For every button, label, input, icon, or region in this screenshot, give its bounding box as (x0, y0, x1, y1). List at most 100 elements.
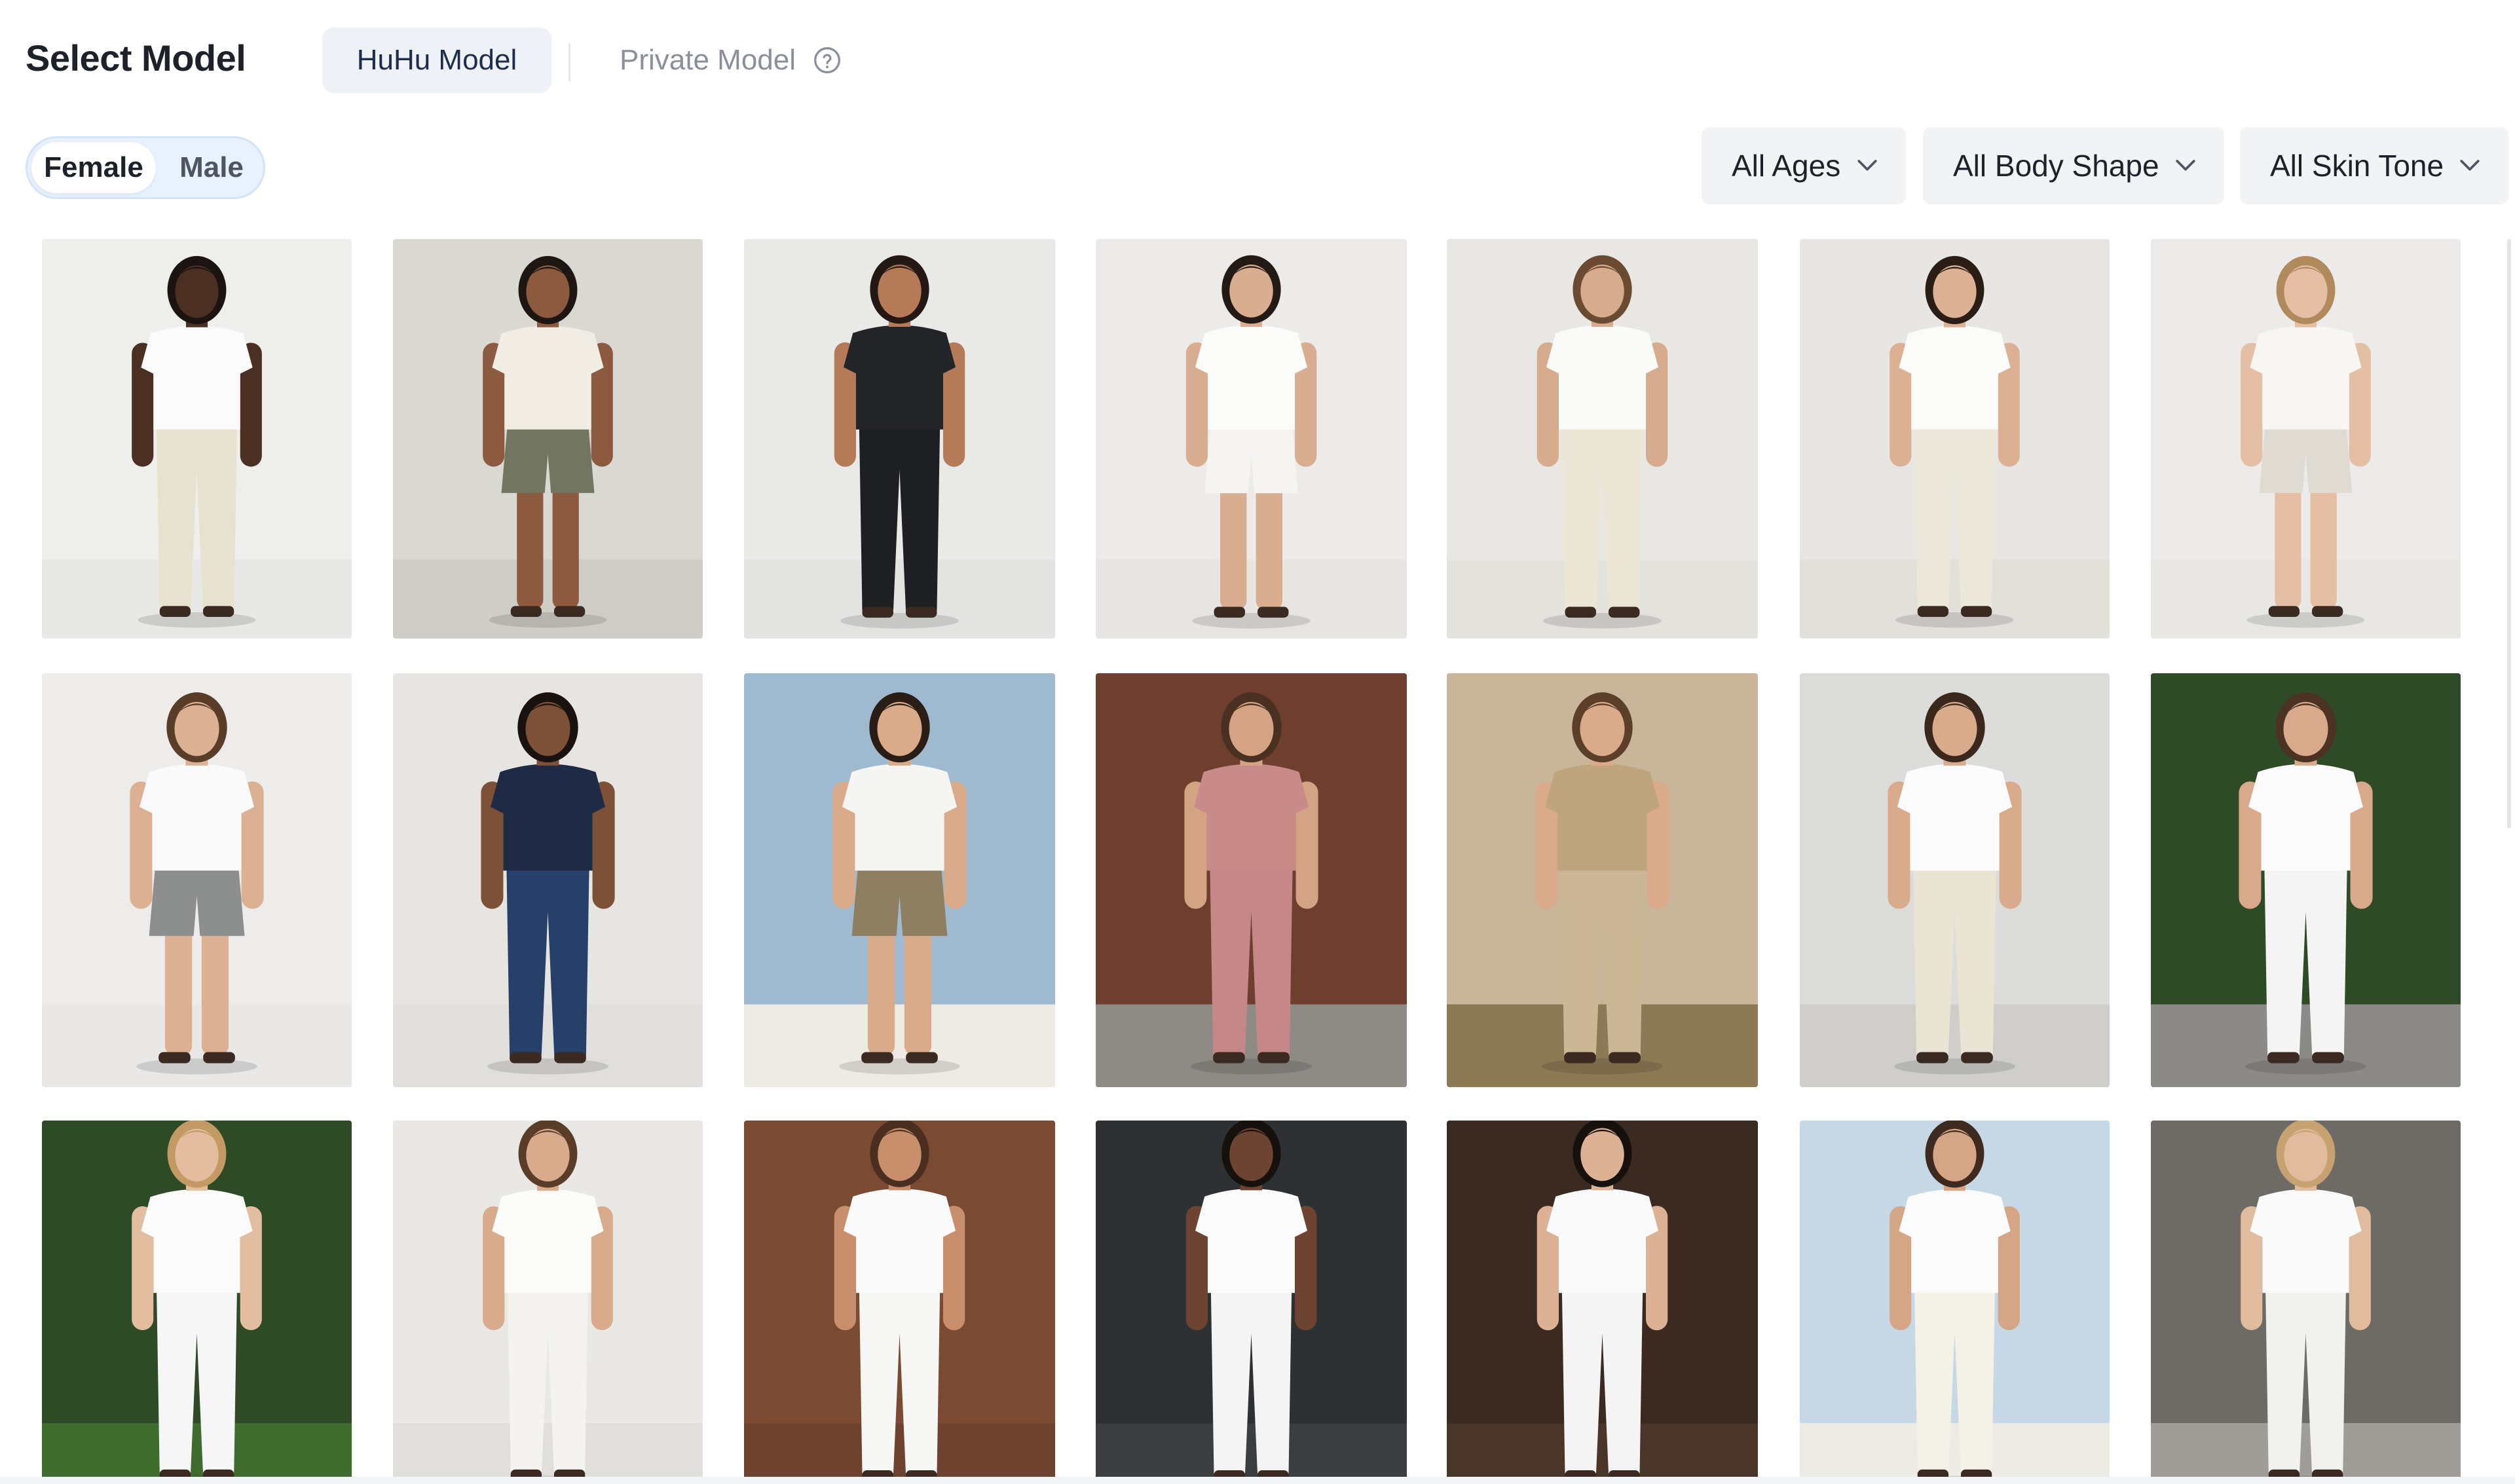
figure-top (1544, 764, 1660, 871)
model-card[interactable] (1447, 1121, 1758, 1484)
figure-foot (906, 1052, 938, 1064)
photo-floor (2151, 1004, 2461, 1087)
photo-floor (1096, 1004, 1407, 1087)
figure-shadow (2245, 1058, 2366, 1075)
figure-foot (1565, 606, 1596, 618)
figure-top (1897, 764, 2013, 871)
figure-top (490, 764, 606, 871)
model-card[interactable] (744, 239, 1055, 639)
figure-top (1195, 1189, 1307, 1293)
figure-top (1546, 325, 1658, 430)
help-circle-icon[interactable] (813, 46, 842, 75)
model-photo (1096, 673, 1407, 1087)
figure-top (141, 1189, 253, 1293)
model-card[interactable] (2151, 1121, 2461, 1484)
model-card[interactable] (1800, 673, 2110, 1087)
figure-foot (510, 606, 542, 617)
skin-tone-filter-label: All Skin Tone (2270, 149, 2444, 183)
tab-private-model-label: Private Model (620, 44, 796, 76)
gender-option-male[interactable]: Male (169, 142, 254, 193)
model-card[interactable] (2151, 673, 2461, 1087)
body-shape-filter-select[interactable]: All Body Shape (1923, 127, 2224, 204)
model-photo (393, 239, 703, 639)
model-photo (744, 673, 1055, 1087)
model-card[interactable] (393, 1121, 703, 1484)
photo-floor (393, 1004, 703, 1087)
figure-top (1546, 1189, 1658, 1293)
model-gallery (0, 0, 2515, 1484)
model-card[interactable] (1096, 239, 1407, 639)
figure-foot (554, 1052, 586, 1064)
figure-shadow (1542, 1058, 1663, 1075)
photo-floor (2151, 1422, 2461, 1484)
figure-foot (1961, 1052, 1993, 1064)
model-photo (42, 239, 352, 639)
figure-shadow (1895, 612, 2014, 628)
model-card[interactable] (1096, 673, 1407, 1087)
figure-top (2250, 325, 2362, 430)
figure-foot (2267, 1052, 2300, 1064)
figure-foot (1960, 606, 1992, 617)
model-card[interactable] (42, 239, 352, 639)
photo-floor (1800, 1422, 2110, 1484)
body-shape-filter-label: All Body Shape (1953, 149, 2159, 183)
figure-top (842, 764, 958, 871)
model-card[interactable] (744, 673, 1055, 1087)
model-card[interactable] (42, 1121, 352, 1484)
figure-foot (1916, 1052, 1948, 1064)
age-filter-select[interactable]: All Ages (1702, 127, 1906, 204)
model-photo (1800, 1121, 2110, 1484)
chevron-down-icon (2176, 160, 2195, 171)
model-card[interactable] (1447, 673, 1758, 1087)
chevron-down-icon (1857, 160, 1877, 171)
photo-floor (744, 1423, 1055, 1484)
figure-top (1899, 325, 2011, 430)
photo-floor (1447, 1004, 1758, 1087)
figure-top (844, 325, 956, 430)
figure-foot (1258, 606, 1289, 618)
tab-private-model[interactable]: Private Model (620, 28, 842, 93)
gender-option-female[interactable]: Female (31, 142, 156, 193)
bottom-edge (0, 1477, 2515, 1484)
photo-floor (393, 1422, 703, 1484)
model-card[interactable] (1800, 239, 2110, 639)
figure-foot (906, 606, 937, 618)
tab-huhu-model[interactable]: HuHu Model (322, 28, 551, 93)
model-photo (1447, 673, 1758, 1087)
model-card[interactable] (1800, 1121, 2110, 1484)
figure-foot (861, 1052, 893, 1064)
page-title: Select Model (26, 37, 246, 79)
model-photo (744, 239, 1055, 639)
figure-foot (1214, 606, 1245, 618)
model-photo (393, 673, 703, 1087)
model-card[interactable] (393, 673, 703, 1087)
figure-foot (1609, 606, 1640, 618)
model-card[interactable] (744, 1121, 1055, 1484)
figure-foot (1609, 1052, 1641, 1064)
figure-shadow (1543, 613, 1662, 629)
model-card[interactable] (2151, 239, 2461, 639)
figure-shadow (489, 612, 607, 628)
figure-foot (1258, 1052, 1290, 1064)
model-card[interactable] (42, 673, 352, 1087)
figure-top (1193, 764, 1309, 871)
figure-foot (862, 606, 893, 618)
figure-shadow (840, 613, 959, 629)
skin-tone-filter-select[interactable]: All Skin Tone (2240, 127, 2508, 204)
figure-top (141, 325, 253, 430)
photo-floor (42, 1422, 352, 1484)
figure-foot (159, 606, 191, 617)
figure-top (1899, 1189, 2011, 1293)
model-card[interactable] (1447, 239, 1758, 639)
figure-shadow (138, 612, 256, 628)
model-card[interactable] (393, 239, 703, 639)
gallery-scrollbar[interactable] (2507, 239, 2511, 828)
figure-foot (1917, 606, 1949, 617)
model-photo (1447, 239, 1758, 639)
photo-floor (1800, 1004, 2110, 1087)
model-photo (2151, 239, 2461, 639)
figure-shadow (1894, 1058, 2015, 1075)
figure-shadow (1192, 613, 1311, 629)
model-card[interactable] (1096, 1121, 1407, 1484)
figure-foot (553, 606, 586, 617)
